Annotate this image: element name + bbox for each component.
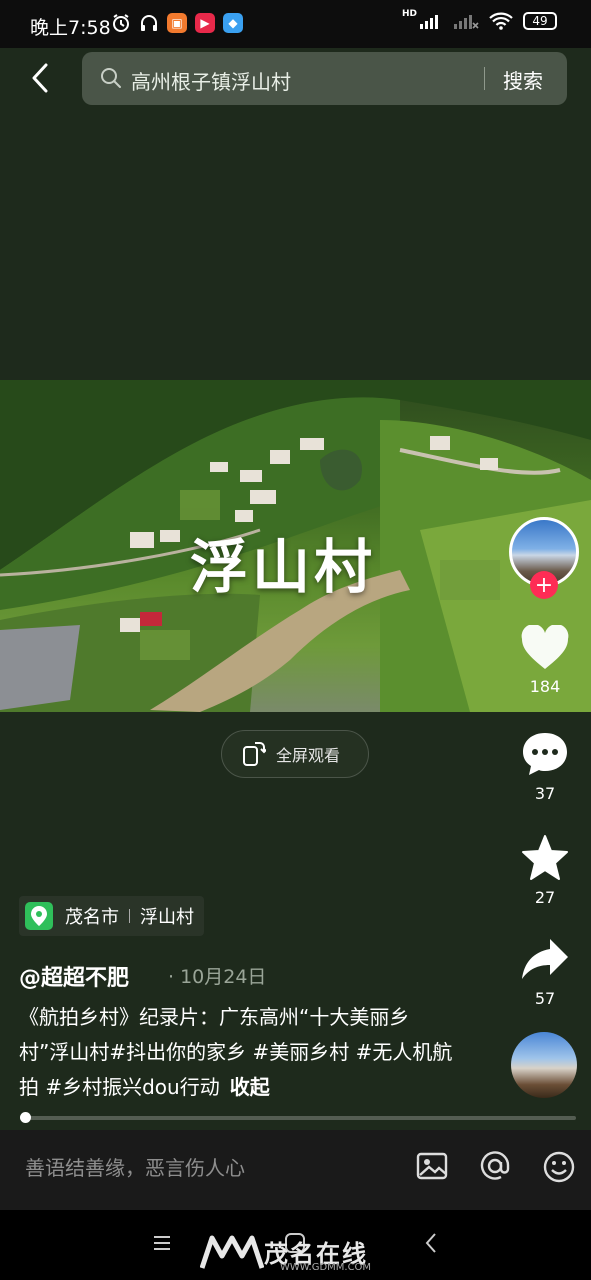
search-query: 高州根子镇浮山村	[131, 70, 291, 94]
battery-icon: 49	[523, 12, 557, 30]
heart-icon	[521, 624, 569, 669]
mention-icon[interactable]	[479, 1150, 511, 1182]
share-arrow-icon	[522, 939, 568, 979]
video-app-icon: ▶	[195, 13, 215, 33]
signal-icon	[420, 15, 438, 29]
share-button[interactable]: 57	[510, 935, 580, 1008]
search-button[interactable]: 搜索	[503, 65, 543, 94]
search-header: 高州根子镇浮山村 搜索	[0, 48, 591, 108]
menu-icon[interactable]	[152, 1234, 172, 1252]
video-progress-bar[interactable]	[20, 1116, 576, 1120]
alarm-icon	[113, 14, 129, 32]
comment-button[interactable]: 37	[510, 730, 580, 803]
search-input[interactable]: 高州根子镇浮山村 搜索	[82, 52, 567, 105]
favorite-button[interactable]: 27	[510, 834, 580, 907]
system-icons: HD 49	[401, 9, 557, 30]
post-date: · 10月24日	[168, 966, 267, 988]
collapse-link[interactable]: 收起	[230, 1075, 270, 1099]
notification-icons: ▣ ▶ ◆	[111, 13, 243, 33]
location-place: 浮山村	[140, 907, 194, 928]
message-app-icon: ◆	[223, 13, 243, 33]
headphones-icon	[141, 15, 157, 31]
post-description: 《航拍乡村》纪录片：广东高州“十大美丽乡村”浮山村#抖出你的家乡 #美丽乡村 #…	[19, 1000, 459, 1105]
progress-knob[interactable]	[20, 1112, 32, 1123]
location-separator	[129, 909, 130, 923]
video-overlay-title: 浮山村	[190, 533, 377, 601]
no-signal-icon	[454, 15, 479, 29]
author-name[interactable]: @超超不肥	[19, 960, 129, 992]
wifi-icon	[489, 12, 513, 30]
comment-bar: 善语结善缘，恶言伤人心	[0, 1130, 591, 1210]
status-bar: 晚上7:58 ▣ ▶ ◆ HD 49	[0, 0, 591, 48]
watermark-url: WWW.GDMM.COM	[280, 1262, 372, 1273]
app-notification-icon: ▣	[167, 13, 187, 33]
image-icon[interactable]	[416, 1150, 448, 1182]
location-tag[interactable]: 茂名市 浮山村	[19, 896, 204, 936]
hd-badge: HD	[401, 9, 417, 19]
share-count: 57	[534, 989, 556, 1008]
emoji-icon[interactable]	[542, 1150, 576, 1184]
map-pin-icon	[25, 902, 53, 930]
status-time: 晚上7:58	[30, 17, 111, 39]
back-button[interactable]	[22, 58, 58, 98]
search-icon	[101, 68, 121, 88]
follow-button[interactable]: +	[530, 571, 558, 599]
favorite-count: 27	[534, 888, 556, 907]
nav-back-icon[interactable]	[424, 1232, 438, 1254]
comment-input[interactable]: 善语结善缘，恶言伤人心	[25, 1152, 245, 1181]
like-count: 184	[529, 677, 561, 696]
fullscreen-button[interactable]: 全屏观看	[221, 730, 369, 778]
location-city: 茂名市	[65, 907, 119, 928]
comment-count: 37	[534, 784, 556, 803]
rotate-screen-icon	[243, 742, 266, 766]
chevron-left-icon	[32, 63, 48, 93]
star-icon	[522, 835, 568, 880]
search-divider	[484, 67, 485, 90]
comment-icon	[523, 733, 567, 775]
music-disc-avatar[interactable]	[511, 1032, 577, 1098]
watermark-logo-icon	[200, 1235, 264, 1269]
fullscreen-label: 全屏观看	[276, 746, 341, 765]
like-button[interactable]: 184	[510, 624, 580, 696]
